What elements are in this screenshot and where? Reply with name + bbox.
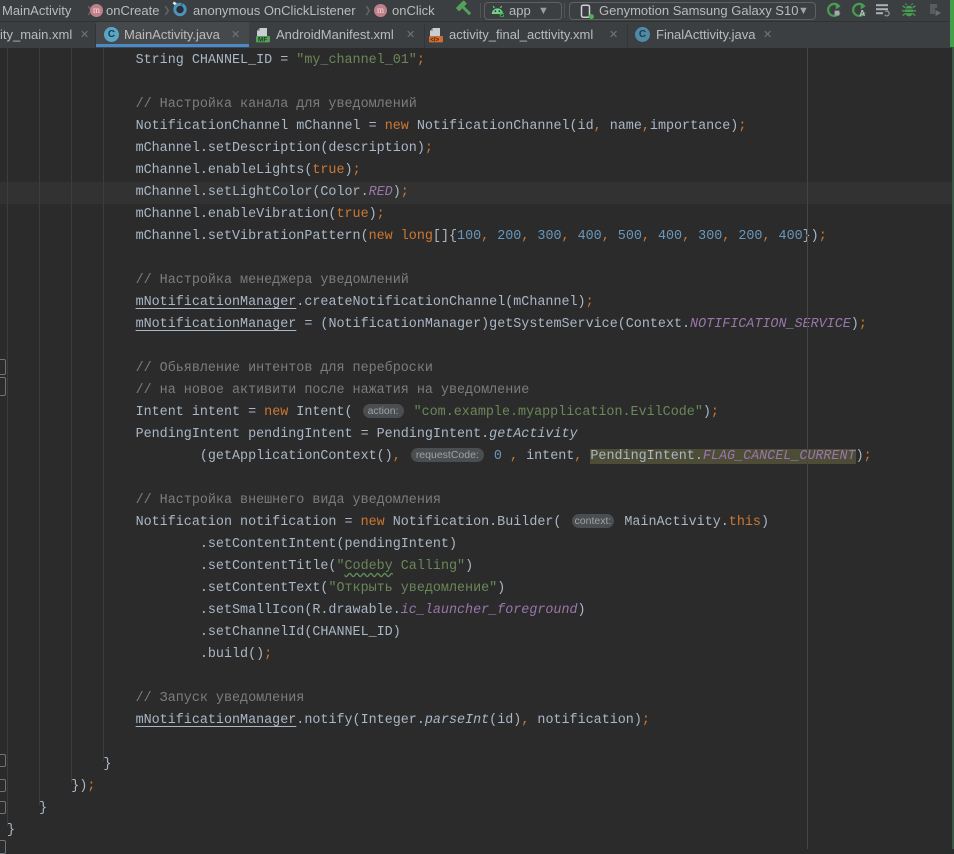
svg-text:MF: MF xyxy=(258,37,267,43)
svg-text:</>: </> xyxy=(430,36,439,43)
svg-text:A: A xyxy=(859,9,865,18)
